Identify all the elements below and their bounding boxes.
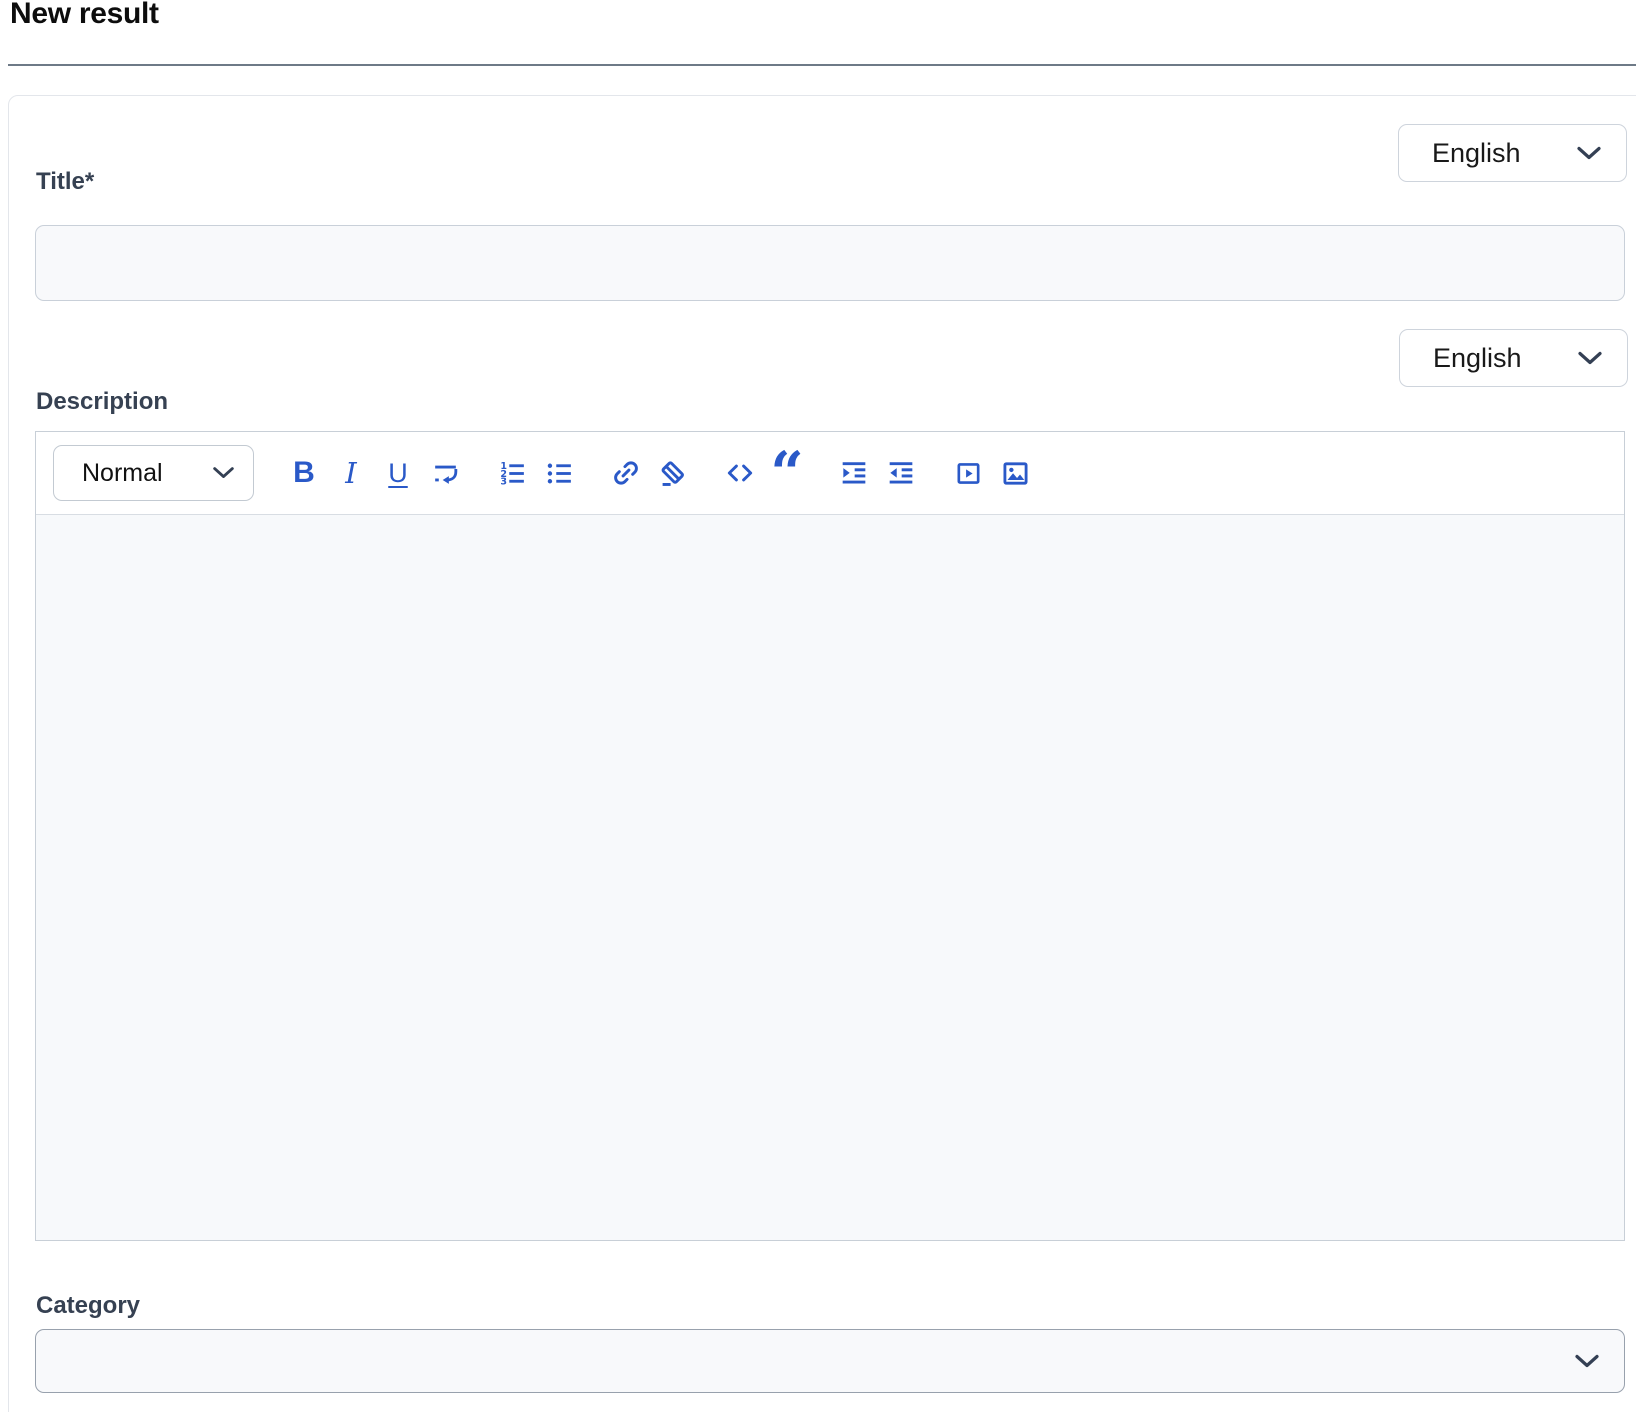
bold-icon: B (293, 452, 315, 494)
title-label: Title* (36, 168, 94, 196)
ordered-list-icon: 1 2 3 (497, 458, 528, 489)
description-editor-content[interactable] (36, 515, 1624, 1240)
insert-image-button[interactable] (998, 452, 1032, 494)
eraser-icon (657, 457, 689, 489)
line-break-icon (430, 458, 461, 489)
outdent-icon (885, 457, 917, 489)
blockquote-icon: “ (770, 429, 803, 517)
outdent-button[interactable] (884, 452, 918, 494)
header-divider (8, 64, 1636, 66)
line-break-button[interactable] (428, 452, 462, 494)
category-label: Category (36, 1292, 140, 1320)
chevron-down-icon (1576, 146, 1602, 161)
description-language-dropdown[interactable]: English (1399, 329, 1628, 387)
indent-button[interactable] (837, 452, 871, 494)
blockquote-button[interactable]: “ (770, 452, 804, 494)
paragraph-style-dropdown[interactable]: Normal (53, 445, 254, 501)
bold-button[interactable]: B (287, 452, 321, 494)
code-icon (724, 457, 756, 489)
new-result-page: New result English Title* English Descri… (0, 0, 1636, 1412)
bullet-list-button[interactable] (542, 452, 576, 494)
form-card: English Title* English Description Norma… (8, 95, 1636, 1412)
video-icon (954, 459, 983, 488)
description-editor: Normal B I U (35, 431, 1625, 1241)
description-language-value: English (1433, 343, 1577, 374)
title-language-dropdown[interactable]: English (1398, 124, 1627, 182)
description-label: Description (36, 388, 168, 416)
link-button[interactable] (609, 452, 643, 494)
page-title: New result (10, 0, 159, 34)
paragraph-style-value: Normal (82, 459, 212, 488)
clean-formatting-button[interactable] (656, 452, 690, 494)
underline-button[interactable]: U (381, 452, 415, 494)
category-dropdown[interactable] (35, 1329, 1625, 1393)
editor-toolbar: Normal B I U (36, 432, 1624, 515)
code-button[interactable] (723, 452, 757, 494)
image-icon (1000, 458, 1031, 489)
link-icon (610, 457, 642, 489)
ordered-list-button[interactable]: 1 2 3 (495, 452, 529, 494)
italic-button[interactable]: I (334, 452, 368, 494)
chevron-down-icon (212, 466, 235, 480)
bullet-list-icon (544, 458, 575, 489)
insert-video-button[interactable] (951, 452, 985, 494)
italic-icon: I (345, 452, 356, 494)
chevron-down-icon (1574, 1354, 1600, 1369)
title-language-value: English (1432, 138, 1576, 169)
underline-icon: U (388, 452, 408, 494)
title-input[interactable] (35, 225, 1625, 301)
svg-text:3: 3 (500, 476, 507, 487)
indent-icon (838, 457, 870, 489)
chevron-down-icon (1577, 351, 1603, 366)
